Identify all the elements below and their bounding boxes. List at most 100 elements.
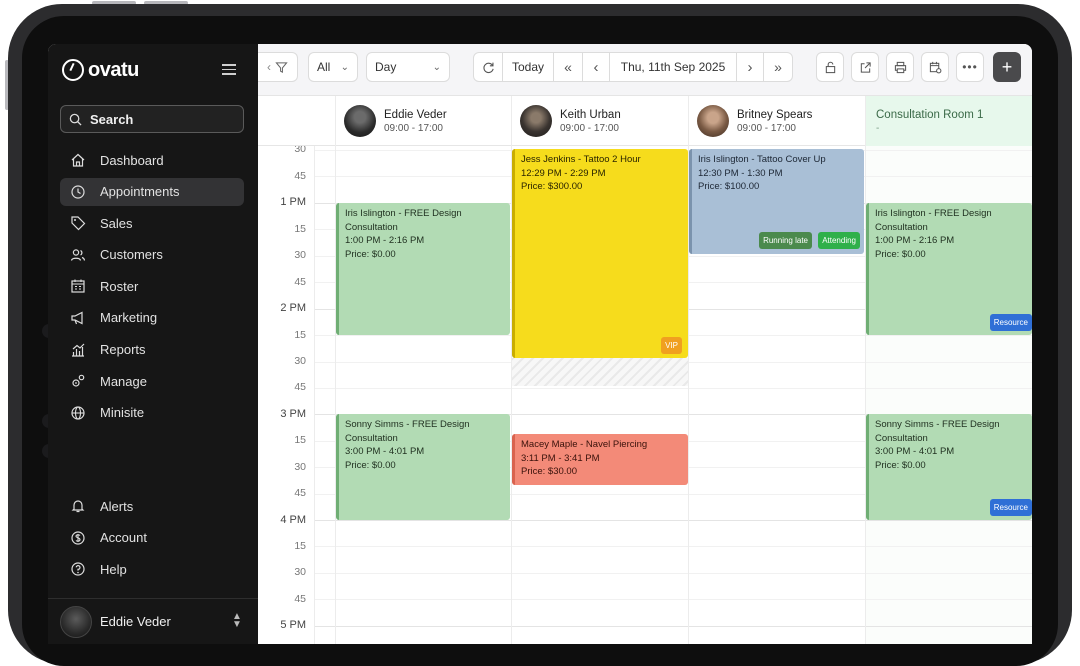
search-input[interactable]: Search bbox=[60, 105, 244, 133]
resource-badge: Resource bbox=[989, 498, 1032, 516]
help-icon bbox=[71, 562, 85, 576]
sidebar-item-label: Appointments bbox=[100, 184, 180, 200]
next-week-button[interactable]: » bbox=[763, 52, 793, 82]
refresh-icon bbox=[482, 62, 494, 73]
globe-icon bbox=[71, 406, 85, 420]
prev-day-button[interactable]: ‹ bbox=[582, 52, 610, 82]
appointment-time: 3:00 PM - 4:01 PM bbox=[875, 446, 955, 457]
time-label: 30 bbox=[294, 249, 306, 261]
staff-hours: 09:00 - 17:00 bbox=[737, 122, 796, 134]
staff-column-header[interactable]: Eddie Veder 09:00 - 17:00 bbox=[335, 96, 511, 146]
sidebar-item-dashboard[interactable]: Dashboard bbox=[60, 146, 244, 174]
appointment-time: 1:00 PM - 2:16 PM bbox=[875, 235, 955, 246]
time-label: 30 bbox=[294, 566, 306, 578]
avatar bbox=[344, 105, 376, 137]
sidebar-item-reports[interactable]: Reports bbox=[60, 336, 244, 364]
filter-button[interactable]: ‹ bbox=[258, 52, 298, 82]
avatar bbox=[697, 105, 729, 137]
time-label: 30 bbox=[294, 355, 306, 367]
row-line bbox=[314, 546, 1032, 547]
staff-filter-select[interactable]: All ⌄ bbox=[308, 52, 358, 82]
time-axis: 30 45 1 PM 15 30 45 2 PM 15 30 45 3 PM 1… bbox=[258, 146, 314, 644]
appointment-card[interactable]: Jess Jenkins - Tattoo 2 Hour 12:29 PM - … bbox=[512, 149, 688, 358]
sidebar-item-minisite[interactable]: Minisite bbox=[60, 399, 244, 427]
time-label: 45 bbox=[294, 381, 306, 393]
today-label: Today bbox=[511, 60, 545, 74]
lock-button[interactable] bbox=[816, 52, 844, 82]
lock-icon bbox=[825, 61, 835, 73]
chevron-left-icon: ‹ bbox=[267, 60, 271, 74]
staff-column-header[interactable]: Britney Spears 09:00 - 17:00 bbox=[688, 96, 865, 146]
appointment-card[interactable]: Iris Islington - Tattoo Cover Up 12:30 P… bbox=[689, 149, 864, 254]
today-button[interactable]: Today bbox=[502, 52, 554, 82]
time-label: 15 bbox=[294, 540, 306, 552]
time-label: 45 bbox=[294, 593, 306, 605]
appointment-price: Price: $0.00 bbox=[875, 459, 926, 471]
sidebar-item-sales[interactable]: Sales bbox=[60, 209, 244, 237]
column-line bbox=[314, 146, 315, 644]
avatar bbox=[520, 105, 552, 137]
prev-week-button[interactable]: « bbox=[553, 52, 583, 82]
user-menu[interactable]: Eddie Veder ▲ ▼ bbox=[48, 598, 258, 644]
time-label: 30 bbox=[294, 461, 306, 473]
row-line bbox=[314, 388, 1032, 389]
calendar-toolbar: ‹ All ⌄ Day ⌄ Today « ‹ Thu, 11th Sep 20… bbox=[258, 44, 1032, 96]
time-label: 45 bbox=[294, 170, 306, 182]
chevron-right-icon: › bbox=[747, 58, 753, 76]
resource-badge: Resource bbox=[989, 313, 1032, 331]
sidebar-item-manage[interactable]: Manage bbox=[60, 367, 244, 395]
attending-badge: Attending bbox=[818, 231, 860, 249]
brand-logo[interactable]: ovatu bbox=[62, 58, 139, 82]
sidebar-item-alerts[interactable]: Alerts bbox=[60, 492, 244, 520]
sidebar: ovatu Search Dashboard Appointments Sale… bbox=[48, 44, 258, 644]
secondary-nav: Alerts Account Help bbox=[60, 492, 244, 587]
appointment-price: Price: $0.00 bbox=[345, 248, 396, 260]
appointment-card[interactable]: Macey Maple - Navel Piercing 3:11 PM - 3… bbox=[512, 434, 688, 485]
staff-column-header[interactable]: Keith Urban 09:00 - 17:00 bbox=[511, 96, 688, 146]
staff-hours: 09:00 - 17:00 bbox=[384, 122, 443, 134]
refresh-button[interactable] bbox=[473, 52, 503, 82]
appointment-card[interactable]: Iris Islington - FREE Design Consultatio… bbox=[866, 203, 1032, 335]
gears-icon bbox=[72, 374, 85, 387]
staff-filter-value: All bbox=[317, 60, 331, 74]
room-column-header[interactable]: Consultation Room 1- bbox=[865, 96, 1032, 146]
next-day-button[interactable]: › bbox=[736, 52, 764, 82]
appointment-card[interactable]: Iris Islington - FREE Design Consultatio… bbox=[336, 203, 510, 335]
view-select[interactable]: Day ⌄ bbox=[366, 52, 450, 82]
appointment-price: Price: $0.00 bbox=[345, 459, 396, 471]
brand-name: ovatu bbox=[88, 58, 139, 81]
bell-icon bbox=[71, 500, 85, 513]
calendar-settings-button[interactable] bbox=[921, 52, 949, 82]
export-button[interactable] bbox=[851, 52, 879, 82]
sidebar-item-appointments[interactable]: Appointments bbox=[60, 177, 244, 206]
appointment-title: Iris Islington - Tattoo Cover Up bbox=[698, 154, 826, 165]
more-button[interactable]: ••• bbox=[956, 52, 984, 82]
appointment-card[interactable]: Sonny Simms - FREE Design Consultation 3… bbox=[866, 414, 1032, 520]
appointment-time: 1:00 PM - 2:16 PM bbox=[345, 235, 425, 246]
chevron-updown-icon: ▲ ▼ bbox=[232, 611, 242, 630]
blocked-time bbox=[512, 358, 688, 386]
time-label: 15 bbox=[294, 434, 306, 446]
share-icon bbox=[860, 61, 871, 73]
sidebar-item-customers[interactable]: Customers bbox=[60, 241, 244, 269]
house-icon bbox=[71, 153, 85, 167]
users-icon bbox=[70, 249, 86, 261]
add-appointment-button[interactable]: + bbox=[993, 52, 1021, 82]
appointment-card[interactable]: Sonny Simms - FREE Design Consultation 3… bbox=[336, 414, 510, 520]
print-button[interactable] bbox=[886, 52, 914, 82]
chevron-left-icon: ‹ bbox=[593, 58, 599, 76]
sidebar-item-roster[interactable]: Roster bbox=[60, 272, 244, 300]
calendar-column-headers: Eddie Veder 09:00 - 17:00 Keith Urban 09:0… bbox=[258, 96, 1032, 146]
sidebar-item-label: Roster bbox=[100, 278, 139, 294]
user-name: Eddie Veder bbox=[100, 614, 171, 629]
sidebar-item-label: Sales bbox=[100, 215, 133, 231]
sidebar-item-marketing[interactable]: Marketing bbox=[60, 304, 244, 332]
menu-icon[interactable] bbox=[222, 64, 236, 75]
staff-hours: 09:00 - 17:00 bbox=[560, 122, 619, 134]
sidebar-item-help[interactable]: Help bbox=[60, 555, 244, 583]
app-screen: ovatu Search Dashboard Appointments Sale… bbox=[48, 44, 1032, 644]
row-line bbox=[314, 520, 1032, 521]
sidebar-item-account[interactable]: Account bbox=[60, 524, 244, 552]
time-label: 2 PM bbox=[280, 302, 306, 314]
date-picker[interactable]: Thu, 11th Sep 2025 bbox=[609, 52, 737, 82]
